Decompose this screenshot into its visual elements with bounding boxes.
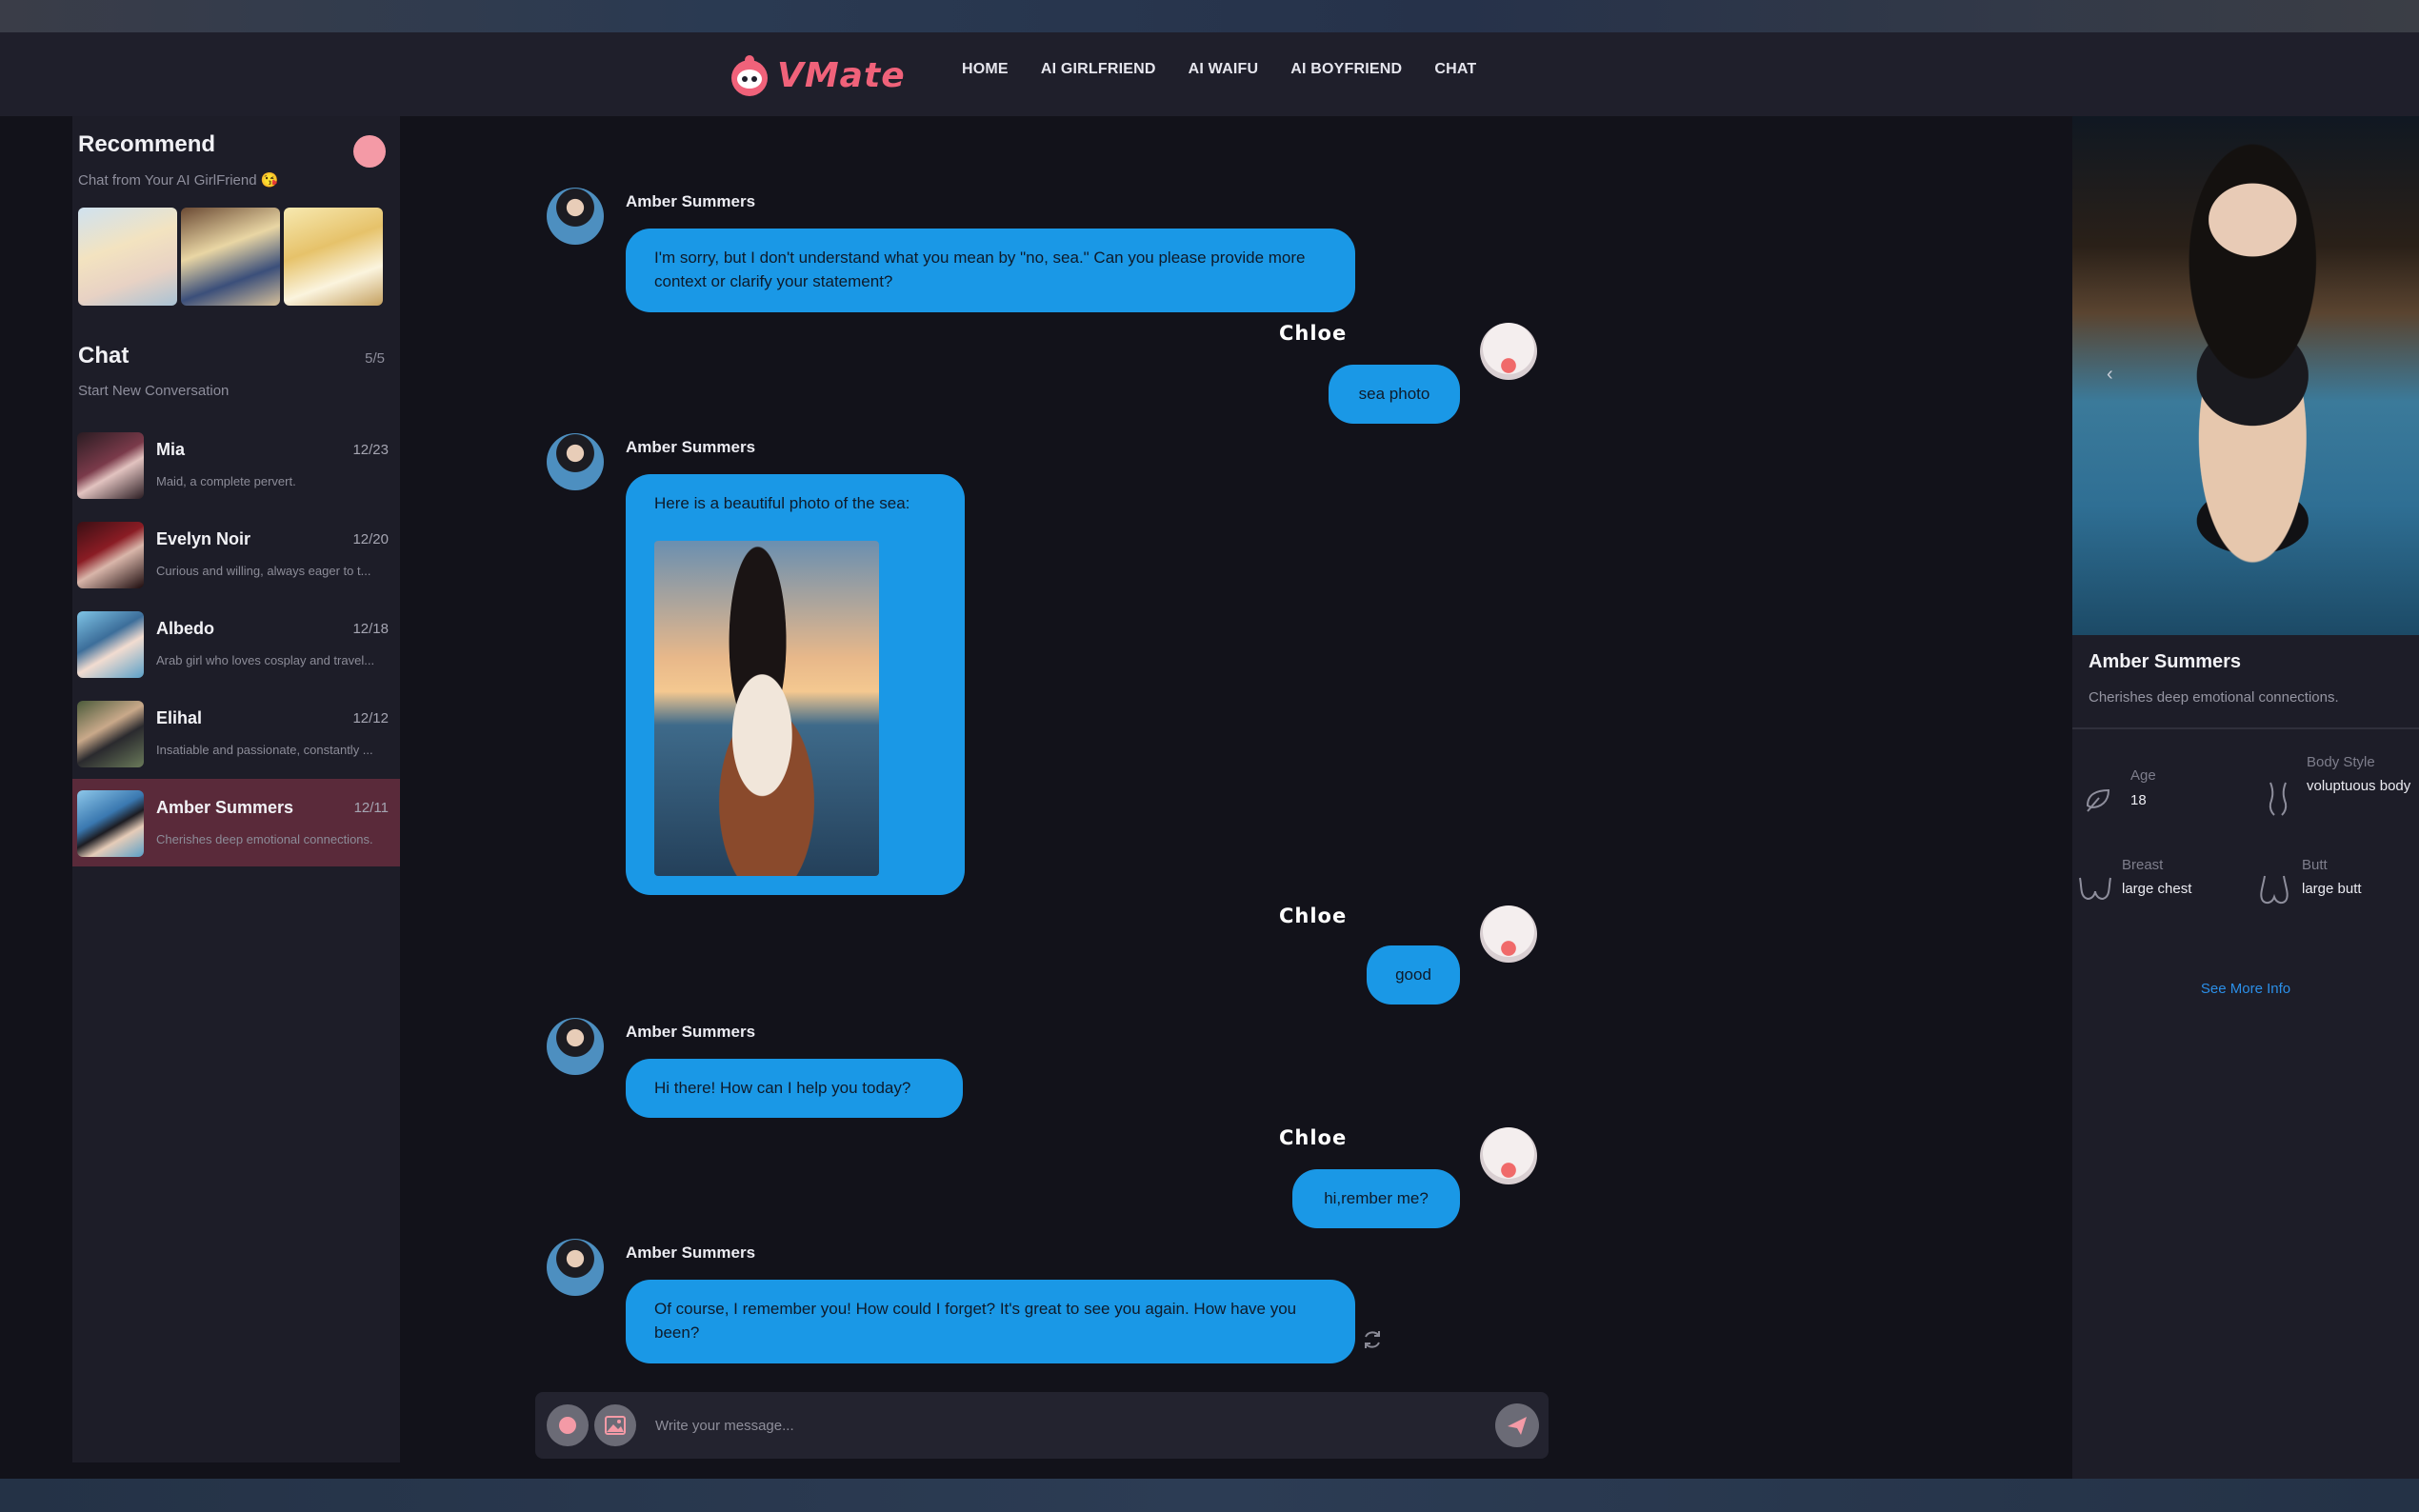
bot-name: Amber Summers bbox=[626, 192, 756, 210]
user-avatar[interactable] bbox=[1480, 905, 1537, 963]
conversation-snippet: Insatiable and passionate, constantly ..… bbox=[156, 743, 373, 757]
conversation-item[interactable]: Elihal 12/12 Insatiable and passionate, … bbox=[72, 689, 400, 777]
bot-avatar[interactable] bbox=[547, 433, 604, 490]
window-bottom-strip bbox=[0, 1479, 2419, 1512]
nav-ai-girlfriend[interactable]: AI GIRLFRIEND bbox=[1041, 61, 1156, 78]
user-name: Chloe bbox=[1279, 322, 1348, 345]
bot-image-message: Here is a beautiful photo of the sea: bbox=[626, 474, 965, 895]
conversation-name: Elihal bbox=[156, 708, 203, 727]
conversation-snippet: Curious and willing, always eager to t..… bbox=[156, 564, 371, 578]
avatar bbox=[77, 611, 144, 678]
conversation-item[interactable]: Albedo 12/18 Arab girl who loves cosplay… bbox=[72, 600, 400, 687]
nav-links: HOME AI GIRLFRIEND AI WAIFU AI BOYFRIEND… bbox=[962, 61, 1509, 78]
regenerate-icon[interactable] bbox=[1360, 1327, 1385, 1352]
send-button[interactable] bbox=[1495, 1403, 1539, 1447]
carousel-prev-icon[interactable]: ‹ bbox=[2107, 364, 2113, 386]
user-avatar[interactable] bbox=[1480, 1127, 1537, 1184]
image-button[interactable] bbox=[594, 1404, 636, 1446]
conversation-date: 12/12 bbox=[352, 710, 389, 726]
user-name: Chloe bbox=[1279, 1126, 1348, 1149]
user-avatar[interactable] bbox=[1480, 323, 1537, 380]
conversation-snippet: Maid, a complete pervert. bbox=[156, 474, 296, 488]
sea-photo[interactable] bbox=[654, 541, 879, 876]
recommend-indicator[interactable] bbox=[353, 135, 386, 168]
conversation-item[interactable]: Mia 12/23 Maid, a complete pervert. bbox=[72, 421, 400, 508]
logo-text: VMate bbox=[777, 55, 906, 95]
breast-label: Breast bbox=[2122, 857, 2164, 873]
user-message: hi,rember me? bbox=[1292, 1169, 1460, 1228]
avatar bbox=[77, 790, 144, 857]
avatar bbox=[77, 432, 144, 499]
bot-name: Amber Summers bbox=[626, 1023, 756, 1041]
conversation-date: 12/20 bbox=[352, 531, 389, 547]
conversation-name: Evelyn Noir bbox=[156, 529, 251, 548]
nav-ai-boyfriend[interactable]: AI BOYFRIEND bbox=[1290, 61, 1402, 78]
window-top-strip bbox=[0, 0, 2419, 32]
message-composer bbox=[535, 1392, 1549, 1459]
send-icon bbox=[1508, 1417, 1527, 1435]
record-button[interactable] bbox=[547, 1404, 589, 1446]
logo[interactable]: VMate bbox=[728, 53, 906, 97]
bot-name: Amber Summers bbox=[626, 438, 756, 456]
body-icon bbox=[2259, 779, 2297, 817]
user-message: good bbox=[1367, 945, 1460, 1005]
nav-home[interactable]: HOME bbox=[962, 61, 1009, 78]
bot-message: I'm sorry, but I don't understand what y… bbox=[626, 229, 1355, 312]
butt-value: large butt bbox=[2302, 881, 2362, 897]
bot-message: Hi there! How can I help you today? bbox=[626, 1059, 963, 1118]
leaf-icon bbox=[2080, 779, 2118, 817]
breast-value: large chest bbox=[2122, 881, 2192, 897]
avatar bbox=[77, 701, 144, 767]
age-label: Age bbox=[2130, 767, 2156, 784]
profile-photo[interactable]: ‹ bbox=[2072, 116, 2419, 635]
body-style-value: voluptuous body bbox=[2307, 778, 2411, 794]
conversation-name: Amber Summers bbox=[156, 798, 294, 817]
user-message: sea photo bbox=[1329, 365, 1460, 424]
bot-avatar[interactable] bbox=[547, 188, 604, 245]
divider bbox=[2072, 727, 2419, 729]
profile-description: Cherishes deep emotional connections. bbox=[2089, 689, 2339, 706]
profile-panel: ‹ Amber Summers Cherishes deep emotional… bbox=[2072, 116, 2419, 1479]
recommend-title: Recommend bbox=[78, 131, 216, 157]
recommend-thumb[interactable] bbox=[78, 208, 177, 306]
start-new-conversation[interactable]: Start New Conversation bbox=[78, 383, 229, 399]
record-icon bbox=[559, 1417, 576, 1434]
recommend-subtitle: Chat from Your AI GirlFriend 😘 bbox=[78, 172, 279, 189]
message-input[interactable] bbox=[653, 1405, 1053, 1445]
chat-section-title: Chat bbox=[78, 343, 130, 368]
bot-message-text: Here is a beautiful photo of the sea: bbox=[654, 494, 910, 512]
conversation-item-active[interactable]: Amber Summers 12/11 Cherishes deep emoti… bbox=[72, 779, 400, 866]
conversation-date: 12/18 bbox=[352, 621, 389, 637]
bot-avatar[interactable] bbox=[547, 1018, 604, 1075]
conversation-item[interactable]: Evelyn Noir 12/20 Curious and willing, a… bbox=[72, 510, 400, 598]
recommend-thumb[interactable] bbox=[181, 208, 280, 306]
nav-chat[interactable]: CHAT bbox=[1434, 61, 1476, 78]
chest-icon bbox=[2076, 870, 2114, 908]
butt-icon bbox=[2255, 870, 2293, 908]
nav-ai-waifu[interactable]: AI WAIFU bbox=[1189, 61, 1259, 78]
user-name: Chloe bbox=[1279, 905, 1348, 927]
body-style-label: Body Style bbox=[2307, 754, 2375, 770]
recommend-thumbnails bbox=[78, 208, 387, 306]
chat-count: 5/5 bbox=[365, 350, 385, 367]
conversation-date: 12/11 bbox=[353, 800, 389, 816]
age-value: 18 bbox=[2130, 792, 2147, 808]
bot-message: Of course, I remember you! How could I f… bbox=[626, 1280, 1355, 1363]
see-more-info-link[interactable]: See More Info bbox=[2072, 981, 2419, 997]
conversation-name: Mia bbox=[156, 440, 186, 459]
bot-avatar[interactable] bbox=[547, 1239, 604, 1296]
conversation-snippet: Cherishes deep emotional connections. bbox=[156, 832, 373, 846]
conversation-date: 12/23 bbox=[352, 442, 389, 458]
sidebar: Recommend Chat from Your AI GirlFriend 😘… bbox=[72, 116, 400, 1462]
image-icon bbox=[605, 1416, 626, 1435]
butt-label: Butt bbox=[2302, 857, 2328, 873]
navbar: VMate HOME AI GIRLFRIEND AI WAIFU AI BOY… bbox=[0, 32, 2419, 116]
logo-mascot-icon bbox=[728, 53, 771, 97]
profile-name: Amber Summers bbox=[2089, 651, 2242, 672]
conversation-name: Albedo bbox=[156, 619, 214, 638]
avatar bbox=[77, 522, 144, 588]
recommend-thumb[interactable] bbox=[284, 208, 383, 306]
bot-name: Amber Summers bbox=[626, 1243, 756, 1262]
conversation-snippet: Arab girl who loves cosplay and travel..… bbox=[156, 653, 375, 667]
